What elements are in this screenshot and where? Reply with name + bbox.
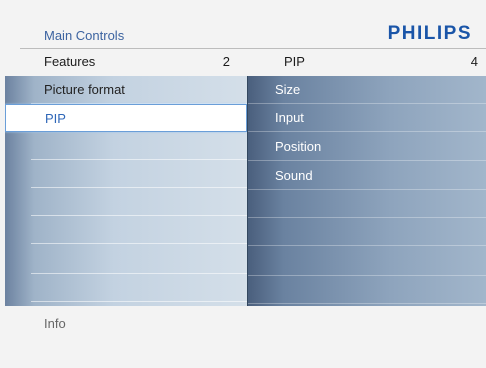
right-column-label: PIP — [284, 54, 305, 69]
submenu-item-label: Input — [275, 110, 304, 125]
row-divider — [248, 131, 486, 132]
left-column-header: Features 2 — [44, 52, 230, 72]
empty-row — [5, 160, 247, 188]
row-divider — [248, 160, 486, 161]
row-divider — [31, 301, 247, 302]
header-divider — [20, 48, 486, 49]
empty-row — [248, 276, 486, 304]
menu-item-label: PIP — [45, 111, 66, 126]
right-column-count: 4 — [470, 54, 478, 69]
features-menu: Picture format PIP — [5, 76, 247, 306]
left-column-label: Features — [44, 54, 96, 69]
empty-row — [248, 248, 486, 276]
empty-row — [5, 246, 247, 274]
submenu-item-label: Sound — [275, 168, 313, 183]
menu-item-pip[interactable]: PIP — [5, 104, 247, 132]
submenu-item-input[interactable]: Input — [248, 104, 486, 132]
submenu-item-position[interactable]: Position — [248, 133, 486, 161]
right-column-header: PIP 4 — [284, 52, 478, 72]
submenu-item-label: Position — [275, 139, 322, 154]
row-divider — [248, 303, 486, 304]
submenu-item-sound[interactable]: Sound — [248, 162, 486, 190]
empty-row — [5, 132, 247, 160]
tv-menu-screen: Main Controls PHILIPS Features 2 PIP 4 P… — [0, 0, 486, 368]
empty-row — [248, 218, 486, 246]
menu-item-picture-format[interactable]: Picture format — [5, 76, 247, 104]
submenu-item-label: Size — [275, 82, 301, 97]
pip-submenu: Size Input Position Sound — [248, 76, 486, 306]
left-column-count: 2 — [222, 54, 230, 69]
brand-logo: PHILIPS — [387, 23, 472, 44]
submenu-item-size[interactable]: Size — [248, 76, 486, 104]
empty-row — [5, 274, 247, 302]
menu-panel: Picture format PIP Size Input Position S… — [5, 76, 486, 306]
menu-item-label: Picture format — [44, 82, 125, 97]
row-divider — [248, 245, 486, 246]
info-label: Info — [44, 316, 66, 331]
page-title: Main Controls — [44, 28, 125, 43]
empty-row — [5, 216, 247, 244]
row-divider — [31, 243, 247, 244]
empty-row — [5, 188, 247, 216]
empty-row — [248, 190, 486, 218]
